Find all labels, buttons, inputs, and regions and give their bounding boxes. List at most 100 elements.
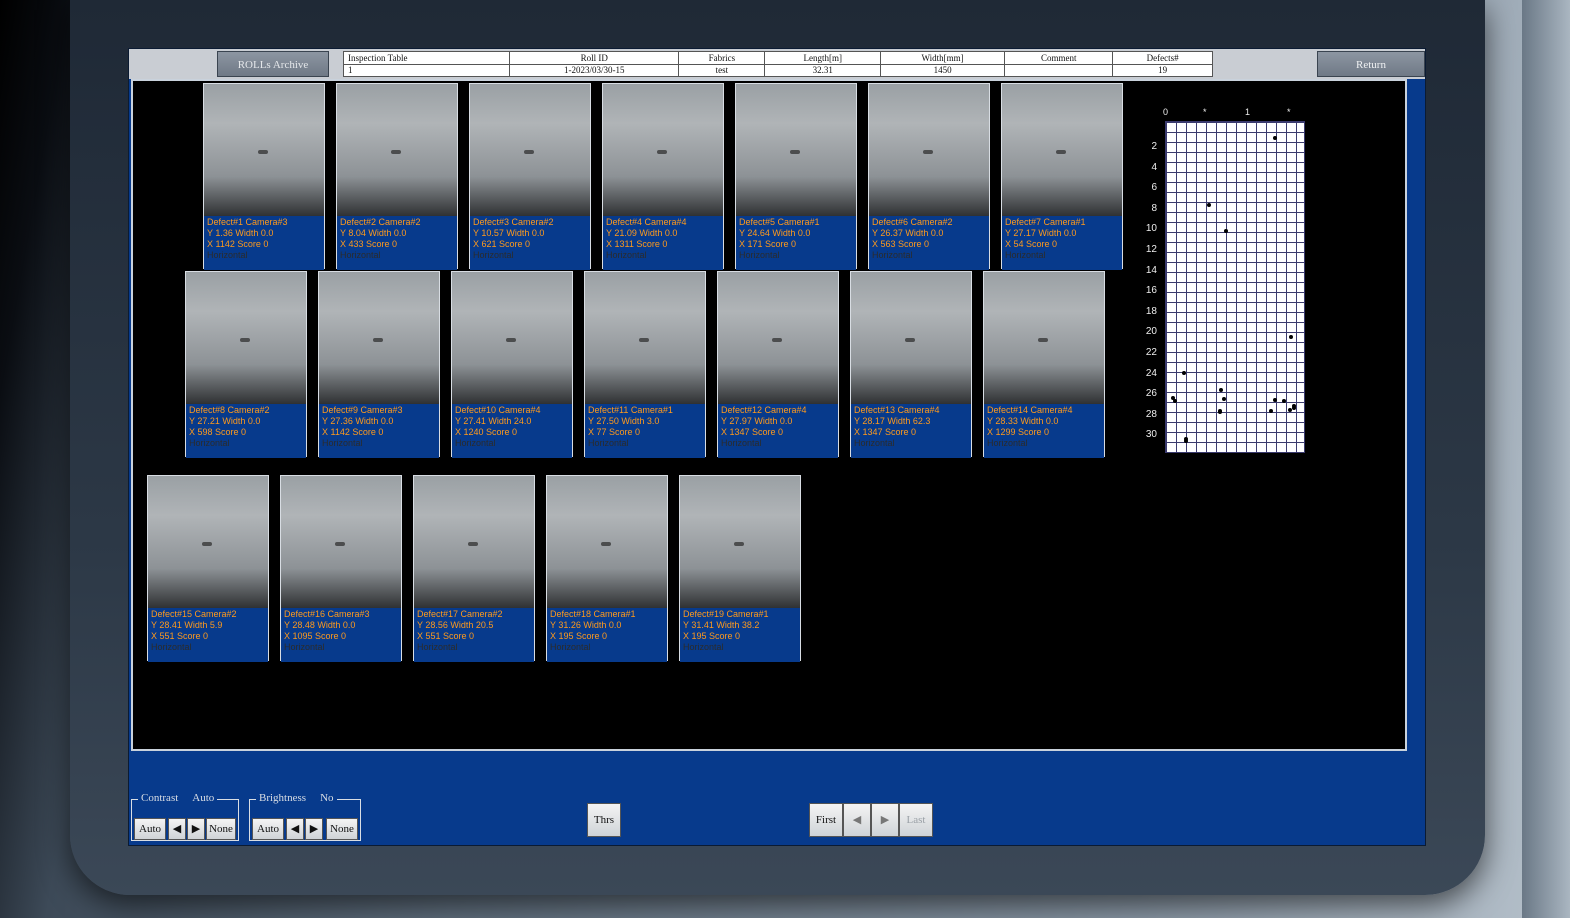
defect-title: Defect#2 Camera#2	[340, 217, 421, 227]
defect-marker[interactable]	[1288, 334, 1293, 339]
defect-line2: Y 27.36 Width 0.0	[322, 416, 394, 426]
defect-thumbnail[interactable]: Defect#3 Camera#2 Y 10.57 Width 0.0 X 621 …	[469, 83, 591, 270]
contrast-auto-button[interactable]: Auto	[134, 818, 166, 840]
brightness-decrease-button[interactable]: ◀	[286, 818, 304, 840]
rolls-archive-button[interactable]: ROLLs Archive	[217, 51, 329, 77]
defect-map-grid[interactable]	[1165, 121, 1305, 453]
defect-image	[319, 272, 439, 404]
defect-image	[680, 476, 800, 608]
defect-image	[414, 476, 534, 608]
defect-marker[interactable]	[1182, 370, 1187, 375]
defect-marker[interactable]	[1292, 406, 1297, 411]
last-page-button[interactable]: Last	[899, 803, 933, 837]
defect-thumbnail[interactable]: Defect#4 Camera#4 Y 21.09 Width 0.0 X 1311…	[602, 83, 724, 270]
contrast-legend: Contrast Auto	[138, 792, 218, 804]
defect-marker[interactable]	[1184, 438, 1189, 443]
defect-caption: Defect#17 Camera#2 Y 28.56 Width 20.5 X 55…	[414, 608, 534, 662]
defect-thumbnail[interactable]: Defect#1 Camera#3 Y 1.36 Width 0.0 X 1142 …	[203, 83, 325, 270]
contrast-none-button[interactable]: None	[206, 818, 236, 840]
roll-info-value-row[interactable]: 1 1-2023/03/30-15 test 32.31 1450 19	[342, 63, 1213, 77]
col-inspection-table: Inspection Table	[342, 51, 511, 65]
defect-image	[851, 272, 971, 404]
map-x-label: 0	[1163, 107, 1169, 117]
contrast-group: Contrast Auto Auto ◀ ▶ None	[131, 792, 239, 841]
first-page-button[interactable]: First	[809, 803, 843, 837]
defect-thumbnail[interactable]: Defect#5 Camera#1 Y 24.64 Width 0.0 X 171 …	[735, 83, 857, 270]
defect-marker[interactable]	[1173, 399, 1178, 404]
defect-image	[452, 272, 572, 404]
defect-thumbnail[interactable]: Defect#13 Camera#4 Y 28.17 Width 62.3 X 13…	[850, 271, 972, 458]
defect-line2: Y 31.26 Width 0.0	[550, 620, 622, 630]
defect-marker[interactable]	[1206, 203, 1211, 208]
defect-dir: Horizontal	[683, 642, 724, 652]
defect-title: Defect#13 Camera#4	[854, 405, 940, 415]
defect-thumbnail[interactable]: Defect#10 Camera#4 Y 27.41 Width 24.0 X 12…	[451, 271, 573, 458]
defect-thumbnail[interactable]: Defect#11 Camera#1 Y 27.50 Width 3.0 X 77 …	[584, 271, 706, 458]
defect-dir: Horizontal	[322, 438, 363, 448]
defect-line2: Y 28.48 Width 0.0	[284, 620, 356, 630]
defect-dir: Horizontal	[189, 438, 230, 448]
defect-map: 0 * 1 * 2 4 6 8 10 12 14 16 18 20 22 24 26 28 30	[1123, 107, 1323, 457]
col-fabrics: Fabrics	[678, 51, 766, 65]
map-y-label: 8	[1151, 202, 1157, 214]
defect-marker[interactable]	[1222, 396, 1227, 401]
defect-marker[interactable]	[1282, 398, 1287, 403]
defect-thumbnail[interactable]: Defect#9 Camera#3 Y 27.36 Width 0.0 X 1142…	[318, 271, 440, 458]
map-y-label: 26	[1145, 388, 1157, 400]
defect-caption: Defect#7 Camera#1 Y 27.17 Width 0.0 X 54 S…	[1002, 216, 1122, 270]
next-page-button[interactable]: ▶	[871, 803, 899, 837]
contrast-decrease-button[interactable]: ◀	[168, 818, 186, 840]
defect-title: Defect#6 Camera#2	[872, 217, 953, 227]
defect-marker[interactable]	[1273, 135, 1278, 140]
defect-marker[interactable]	[1217, 410, 1222, 415]
defect-line2: Y 26.37 Width 0.0	[872, 228, 944, 238]
defect-thumbnail[interactable]: Defect#16 Camera#3 Y 28.48 Width 0.0 X 109…	[280, 475, 402, 662]
defect-marker[interactable]	[1287, 407, 1292, 412]
defect-title: Defect#18 Camera#1	[550, 609, 636, 619]
defect-line3: X 621 Score 0	[473, 239, 531, 249]
defect-title: Defect#16 Camera#3	[284, 609, 370, 619]
return-button[interactable]: Return	[1317, 51, 1425, 77]
defect-thumbnail[interactable]: Defect#18 Camera#1 Y 31.26 Width 0.0 X 195…	[546, 475, 668, 662]
defect-image	[186, 272, 306, 404]
brightness-none-button[interactable]: None	[326, 818, 358, 840]
contrast-increase-button[interactable]: ▶	[187, 818, 205, 840]
defect-title: Defect#4 Camera#4	[606, 217, 687, 227]
defect-dir: Horizontal	[987, 438, 1028, 448]
defect-thumbnail[interactable]: Defect#19 Camera#1 Y 31.41 Width 38.2 X 19…	[679, 475, 801, 662]
defect-thumbnail[interactable]: Defect#2 Camera#2 Y 8.04 Width 0.0 X 433 S…	[336, 83, 458, 270]
map-y-label: 30	[1145, 429, 1157, 441]
defect-thumbnail[interactable]: Defect#7 Camera#1 Y 27.17 Width 0.0 X 54 S…	[1001, 83, 1123, 270]
defect-line3: X 1240 Score 0	[455, 427, 518, 437]
defect-thumbnail[interactable]: Defect#14 Camera#4 Y 28.33 Width 0.0 X 129…	[983, 271, 1105, 458]
defect-line3: X 1142 Score 0	[207, 239, 269, 249]
defect-dir: Horizontal	[606, 250, 647, 260]
defect-thumbnail[interactable]: Defect#17 Camera#2 Y 28.56 Width 20.5 X 55…	[413, 475, 535, 662]
map-y-label: 2	[1151, 141, 1157, 152]
col-length: Length[m]	[764, 51, 881, 65]
defect-marker[interactable]	[1268, 409, 1273, 414]
defect-line2: Y 24.64 Width 0.0	[739, 228, 811, 238]
defect-thumbnail[interactable]: Defect#8 Camera#2 Y 27.21 Width 0.0 X 598 …	[185, 271, 307, 458]
defect-dir: Horizontal	[739, 250, 780, 260]
defect-line3: X 598 Score 0	[189, 427, 247, 437]
brightness-auto-button[interactable]: Auto	[252, 818, 284, 840]
defect-thumbnail[interactable]: Defect#6 Camera#2 Y 26.37 Width 0.0 X 563 …	[868, 83, 990, 270]
map-x-label: *	[1287, 107, 1291, 117]
defect-image	[603, 84, 723, 216]
defect-image	[204, 84, 324, 216]
prev-page-button[interactable]: ◀	[843, 803, 871, 837]
defect-marker[interactable]	[1224, 228, 1229, 233]
threshold-button[interactable]: Thrs	[587, 803, 621, 837]
val-roll-id: 1-2023/03/30-15	[509, 63, 680, 77]
defect-title: Defect#10 Camera#4	[455, 405, 541, 415]
defect-thumbnail[interactable]: Defect#15 Camera#2 Y 28.41 Width 5.9 X 551…	[147, 475, 269, 662]
defect-marker[interactable]	[1218, 388, 1223, 393]
defect-thumbnail[interactable]: Defect#12 Camera#4 Y 27.97 Width 0.0 X 134…	[717, 271, 839, 458]
defect-marker[interactable]	[1273, 398, 1278, 403]
defect-dir: Horizontal	[455, 438, 496, 448]
defect-caption: Defect#18 Camera#1 Y 31.26 Width 0.0 X 195…	[547, 608, 667, 662]
map-x-label: 1	[1245, 107, 1251, 117]
col-defects: Defects#	[1112, 51, 1213, 65]
brightness-increase-button[interactable]: ▶	[305, 818, 323, 840]
